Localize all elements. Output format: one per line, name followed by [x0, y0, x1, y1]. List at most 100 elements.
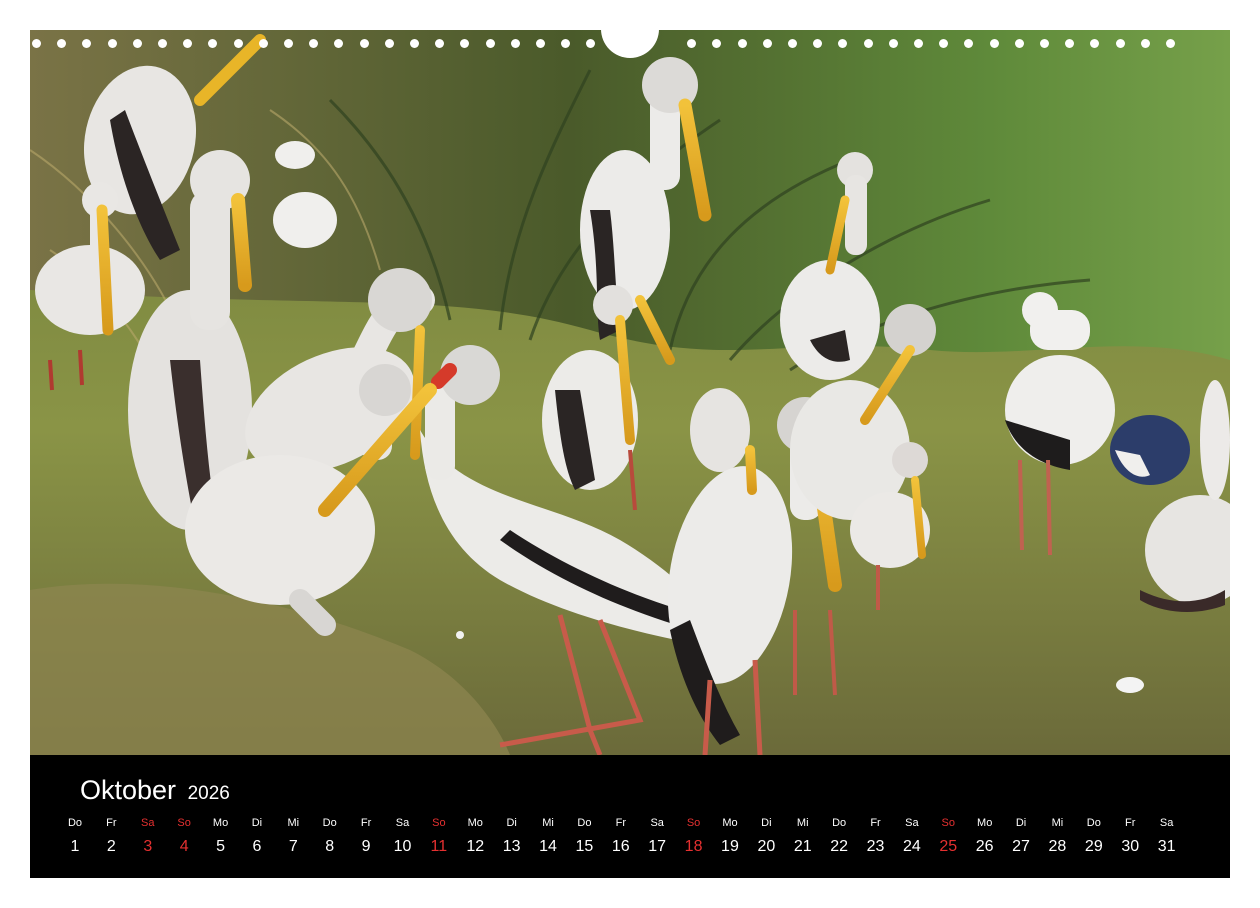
binding-hole	[838, 39, 848, 48]
binding-hole	[1090, 39, 1100, 48]
day-number: 1	[70, 838, 80, 855]
weekday-label: Sa	[141, 817, 155, 829]
binding-hole	[57, 39, 67, 48]
binding-hole	[1140, 39, 1150, 48]
day-number: 18	[684, 838, 703, 855]
day-number: 7	[288, 838, 298, 855]
binding-hole	[939, 39, 949, 48]
binding-hole	[1166, 39, 1175, 48]
weekday-label: Sa	[905, 817, 919, 829]
binding-hole	[510, 39, 520, 48]
binding-hole	[208, 39, 218, 48]
month-title: Oktober 2026	[80, 775, 230, 806]
weekday-label: Mi	[542, 817, 554, 829]
binding-hole	[384, 39, 394, 48]
binding-hole	[309, 39, 319, 48]
day-number: 5	[216, 838, 225, 855]
stork-photo	[30, 30, 1230, 755]
binding-hole	[888, 39, 898, 48]
day-number: 4	[179, 838, 189, 855]
day-number: 21	[793, 838, 812, 855]
binding-hole	[233, 39, 243, 48]
weekday-label: Do	[832, 817, 847, 829]
binding-hanger	[601, 26, 659, 58]
binding-hole	[32, 39, 41, 48]
binding-hole	[284, 39, 293, 48]
binding-hole	[737, 39, 747, 48]
day-number: 22	[830, 838, 849, 855]
weekday-label: Mo	[467, 817, 483, 829]
binding-hole	[1115, 39, 1125, 48]
stork-photo-illustration	[30, 30, 1230, 755]
weekday-label: Fr	[615, 817, 626, 829]
weekday-label: So	[177, 817, 191, 829]
weekday-label: Fr	[106, 817, 117, 829]
day-grid: Do 1 Fr 2 Sa 3 So 4 Mo 5 Di 6 Mi 7 Do 8 Fr 9 Sa 10 So 11 Mo 12 D…	[68, 817, 1203, 867]
binding-hole	[183, 39, 193, 48]
binding-hole	[914, 39, 923, 48]
binding-hole	[1040, 39, 1049, 48]
calendar-strip: Oktober 2026 Do 1 Fr 2 Sa 3 So 4 Mo 5 Di 6 Mi 7 Do 8 Fr 9…	[30, 755, 1230, 878]
binding-hole	[258, 39, 268, 48]
day-number: 24	[902, 838, 921, 855]
weekday-label: Di	[251, 817, 263, 829]
binding-hole	[132, 39, 142, 48]
day-number: 6	[252, 838, 262, 855]
binding-hole	[561, 39, 571, 48]
day-number: 16	[611, 838, 630, 855]
binding-hole	[813, 39, 823, 48]
day-number: 23	[866, 838, 885, 855]
weekday-label: Do	[322, 817, 337, 829]
binding-hole	[712, 39, 722, 48]
binding-hole	[485, 39, 495, 48]
weekday-label: Sa	[650, 817, 664, 829]
binding-hole	[82, 39, 92, 48]
day-number: 12	[466, 838, 485, 855]
day-number: 30	[1121, 838, 1140, 855]
day-number: 20	[757, 838, 776, 855]
weekday-label: Sa	[395, 817, 410, 829]
weekday-label: Do	[1086, 817, 1101, 829]
day-number: 2	[106, 838, 116, 855]
day-number: 25	[939, 838, 958, 855]
weekday-label: Fr	[1125, 817, 1136, 829]
weekday-label: So	[432, 817, 446, 829]
day-number: 15	[575, 838, 594, 855]
day-number: 13	[502, 838, 521, 855]
wire-binding	[30, 26, 1230, 60]
binding-hole	[1065, 39, 1075, 48]
weekday-label: So	[686, 817, 701, 829]
binding-hole	[410, 39, 419, 48]
weekday-label: Di	[506, 817, 517, 829]
day-number: 31	[1157, 838, 1176, 855]
binding-hole	[863, 39, 873, 48]
binding-hole	[788, 39, 797, 48]
day-number: 8	[325, 838, 335, 855]
binding-hole	[435, 39, 445, 48]
binding-hole	[359, 39, 369, 48]
binding-hole	[586, 39, 596, 48]
weekday-label: Mi	[287, 817, 300, 829]
weekday-label: Di	[1015, 817, 1027, 829]
weekday-label: Mi	[796, 817, 809, 829]
day-number: 19	[721, 838, 739, 855]
calendar-page: Oktober 2026 Do 1 Fr 2 Sa 3 So 4 Mo 5 Di 6 Mi 7 Do 8 Fr 9…	[30, 26, 1230, 878]
binding-hole	[334, 39, 344, 48]
weekday-label: Sa	[1159, 817, 1174, 829]
weekday-label: Fr	[360, 817, 372, 829]
weekday-label: Do	[67, 817, 83, 829]
day-number: 14	[539, 838, 557, 855]
binding-hole	[158, 39, 167, 48]
weekday-label: Mo	[722, 817, 738, 829]
weekday-label: So	[941, 817, 956, 829]
binding-hole	[989, 39, 999, 48]
weekday-label: Di	[761, 817, 772, 829]
day-number: 27	[1012, 838, 1030, 855]
day-number: 26	[975, 838, 994, 855]
day-number: 9	[361, 838, 371, 855]
day-number: 10	[393, 838, 412, 855]
day-number: 11	[430, 838, 448, 855]
binding-hole	[1014, 39, 1024, 48]
weekday-label: Do	[577, 817, 592, 829]
binding-hole	[536, 39, 545, 48]
